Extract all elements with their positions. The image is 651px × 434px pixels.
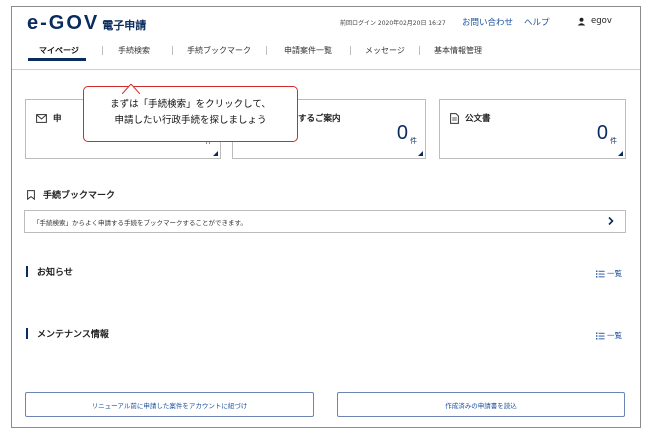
maintenance-title-text: メンテナンス情報 (37, 330, 109, 340)
bookmark-icon (27, 189, 35, 200)
section-bar (26, 266, 28, 277)
user-name: egov (591, 16, 612, 26)
link-account-button[interactable]: リニューアル前に申請した案件をアカウントに紐づけ (25, 392, 314, 417)
tab-divider (172, 46, 173, 55)
nav-divider (12, 69, 640, 70)
section-bar (26, 328, 28, 339)
user-icon (577, 17, 586, 26)
list-icon (596, 332, 605, 339)
chevron-right-icon (608, 216, 614, 226)
contact-link[interactable]: お問い合わせ (462, 16, 513, 28)
card-title-text: 公文書 (465, 114, 491, 124)
callout-pointer-icon (122, 84, 140, 94)
user-menu[interactable]: egov (577, 16, 612, 26)
card-official-documents[interactable]: 公文書 0 件 (439, 99, 626, 159)
tab-divider (419, 46, 420, 55)
tab-messages[interactable]: メッセージ (365, 45, 405, 56)
tab-mypage[interactable]: マイページ (39, 45, 79, 56)
tab-basic-info[interactable]: 基本情報管理 (434, 45, 482, 56)
header: e-GOV 電子申請 前回ログイン 2020年02月20日 16:27 お問い合… (12, 7, 640, 37)
corner-arrow-icon (418, 151, 423, 156)
maintenance-list-link[interactable]: 一覧 (596, 330, 622, 341)
logo-subtitle: 電子申請 (102, 19, 147, 32)
app-window: e-GOV 電子申請 前回ログイン 2020年02月20日 16:27 お問い合… (11, 6, 641, 428)
card-count: 0 (396, 122, 408, 144)
notices-list-label: 一覧 (607, 269, 622, 278)
tab-procedure-bookmark[interactable]: 手続ブックマーク (187, 45, 251, 56)
card-title: 申 (36, 112, 62, 124)
notices-title-text: お知らせ (37, 268, 73, 278)
guide-callout: まずは「手続検索」をクリックして、 申請したい行政手続を探しましょう (83, 86, 298, 142)
list-icon (596, 270, 605, 277)
card-title-text: 申 (53, 114, 62, 124)
maintenance-section-title: メンテナンス情報 (26, 327, 109, 340)
mail-icon (36, 113, 47, 123)
main-nav: マイページ 手続検索 手続ブックマーク 申請案件一覧 メッセージ 基本情報管理 (24, 41, 627, 65)
tab-procedure-search[interactable]: 手続検索 (118, 45, 150, 56)
help-link[interactable]: ヘルプ (524, 16, 550, 28)
tab-application-list[interactable]: 申請案件一覧 (284, 45, 332, 56)
tab-divider (266, 46, 267, 55)
bookmark-title-text: 手続ブックマーク (43, 191, 116, 201)
bookmark-hint-text: 「手続検索」からよく申請する手続をブックマークすることができます。 (33, 219, 247, 227)
notices-list-link[interactable]: 一覧 (596, 268, 622, 279)
tab-divider (102, 46, 103, 55)
corner-arrow-icon (618, 151, 623, 156)
notices-section-title: お知らせ (26, 265, 73, 278)
maintenance-list-label: 一覧 (607, 331, 622, 340)
card-unit: 件 (610, 137, 617, 145)
logo-mark: e-GOV (27, 12, 100, 34)
load-application-button[interactable]: 作成済みの申請書を読込 (337, 392, 625, 417)
last-login-text: 前回ログイン 2020年02月20日 16:27 (340, 20, 446, 27)
document-icon (450, 112, 459, 124)
card-unit: 件 (410, 137, 417, 145)
bookmark-section-title: 手続ブックマーク (27, 188, 115, 201)
card-count: 0 (596, 122, 608, 144)
callout-line-2: 申請したい行政手続を探しましょう (114, 115, 267, 126)
active-tab-indicator (28, 58, 86, 61)
bookmark-hint-box[interactable]: 「手続検索」からよく申請する手続をブックマークすることができます。 (24, 210, 626, 233)
corner-arrow-icon (213, 151, 218, 156)
callout-line-1: まずは「手続検索」をクリックして、 (110, 99, 271, 110)
logo[interactable]: e-GOV 電子申請 (27, 12, 146, 35)
card-title: 公文書 (450, 112, 491, 124)
tab-divider (350, 46, 351, 55)
